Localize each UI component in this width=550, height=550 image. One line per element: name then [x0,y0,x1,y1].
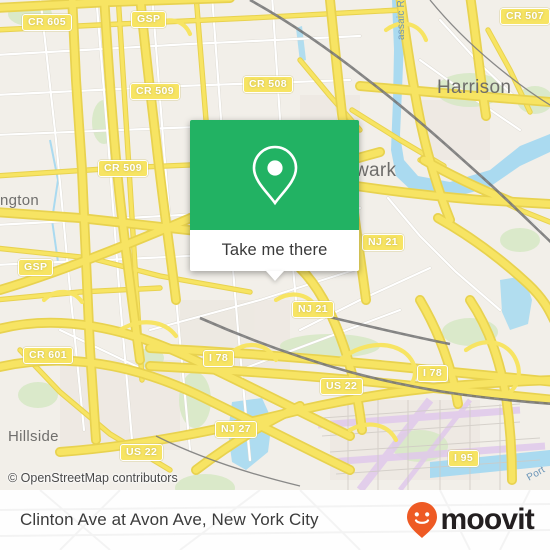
map-pin-icon [252,145,297,206]
route-shield: CR 507 [500,8,550,25]
place-label: wark [355,160,397,181]
location-popup-card[interactable]: Take me there [190,120,359,281]
location-title: Clinton Ave at Avon Ave, New York City [20,510,319,529]
water-label: assaic River [396,0,407,40]
route-shield: CR 601 [23,347,74,364]
footer-bar: Clinton Ave at Avon Ave, New York City m… [0,490,550,550]
popup-pin-area [190,120,359,230]
route-shield: CR 509 [130,83,181,100]
place-label: ngton [0,192,40,209]
route-shield: US 22 [120,444,164,461]
route-shield: I 78 [417,365,449,382]
route-shield: GSP [131,11,167,28]
place-label: Hillside [8,428,59,445]
route-shield: CR 605 [22,14,73,31]
map-screenshot: .rdM { stroke:#f7e463; stroke-linecap:ro… [0,0,550,550]
place-label: Harrison [437,77,512,98]
osm-attribution[interactable]: © OpenStreetMap contributors [8,471,178,485]
route-shield: NJ 21 [292,301,335,318]
route-shield: NJ 21 [362,234,405,251]
popup-action-area[interactable]: Take me there [190,230,359,281]
take-me-there-label: Take me there [221,241,328,259]
route-shield: NJ 27 [215,421,258,438]
moovit-brand[interactable]: moovit [407,502,535,538]
route-shield: US 22 [320,378,364,395]
moovit-wordmark: moovit [440,503,534,536]
moovit-smiley-pin-icon [407,502,438,538]
popup-pointer [265,271,284,281]
route-shield: CR 508 [243,76,294,93]
route-shield: GSP [18,259,54,276]
route-shield: I 78 [203,350,235,367]
route-shield: I 95 [448,450,480,467]
route-shield: CR 509 [98,160,149,177]
